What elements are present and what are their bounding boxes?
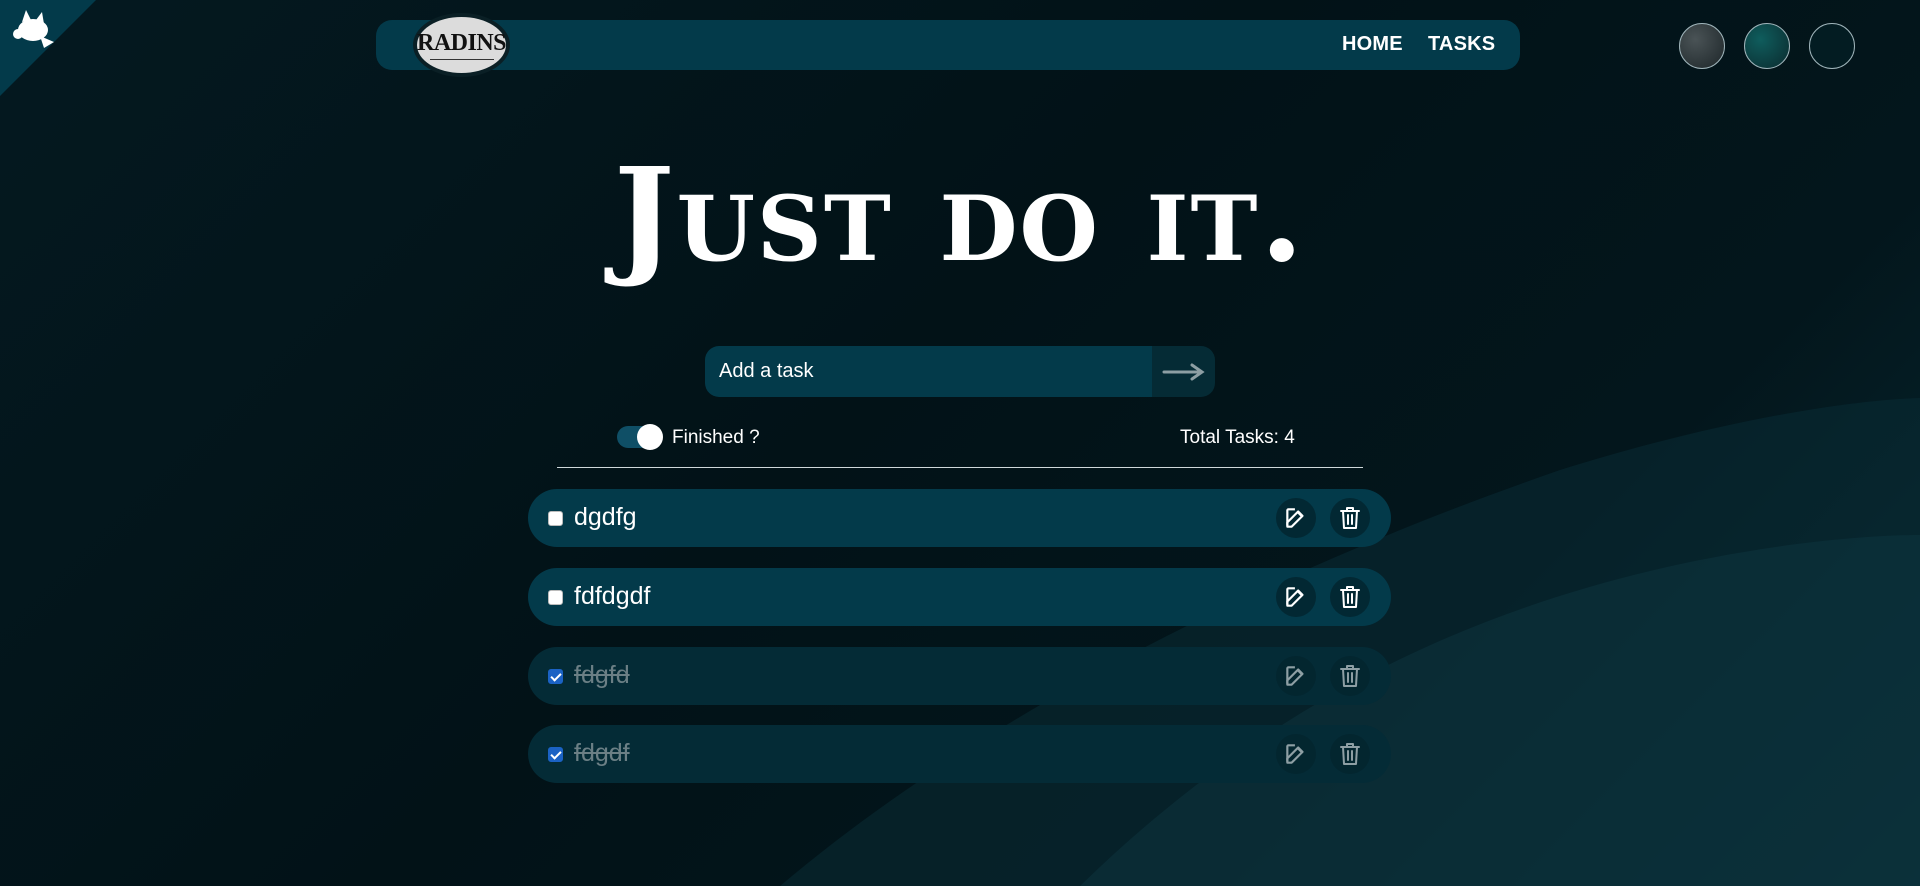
add-task-form [705,346,1215,397]
edit-task-button[interactable] [1276,734,1316,774]
edit-icon [1286,508,1304,528]
task-checkbox[interactable] [548,511,563,526]
trash-icon [1340,743,1360,765]
task-item: dgdfg [528,489,1391,547]
total-tasks-count: Total Tasks: 4 [1180,427,1295,448]
trash-icon [1340,507,1360,529]
add-task-submit-button[interactable] [1152,346,1215,397]
theme-dark-button[interactable] [1809,23,1855,69]
theme-teal-button[interactable] [1744,23,1790,69]
edit-task-button[interactable] [1276,577,1316,617]
hero-title: Just do it. [613,141,1307,291]
task-item-completed: fdgdf [528,725,1391,783]
nav-link-tasks[interactable]: TASKS [1428,33,1495,56]
edit-icon [1286,744,1304,764]
toggle-knob [637,424,663,450]
task-title: fdgfd [574,661,630,689]
task-item: fdfdgdf [528,568,1391,626]
divider [557,467,1363,468]
trash-icon [1340,665,1360,687]
delete-task-button[interactable] [1330,577,1370,617]
edit-icon [1286,587,1304,607]
theme-gray-button[interactable] [1679,23,1725,69]
logo-text: RADINS [417,30,507,56]
task-checkbox-checked[interactable] [548,747,563,762]
arrow-right-icon [1162,363,1205,380]
trash-icon [1340,586,1360,608]
task-checkbox-checked[interactable] [548,669,563,684]
nav-link-home[interactable]: HOME [1342,33,1403,56]
edit-task-button[interactable] [1276,656,1316,696]
task-item-completed: fdgfd [528,647,1391,705]
edit-task-button[interactable] [1276,498,1316,538]
corner-cat-logo-icon[interactable] [0,0,96,96]
delete-task-button[interactable] [1330,656,1370,696]
task-title: fdgdf [574,739,630,767]
task-checkbox[interactable] [548,590,563,605]
finished-toggle[interactable] [617,424,663,450]
task-title: dgdfg [574,503,637,531]
task-title: fdfdgdf [574,582,651,610]
radins-logo[interactable]: RADINS [413,13,510,77]
finished-toggle-label: Finished ? [672,427,760,448]
delete-task-button[interactable] [1330,734,1370,774]
delete-task-button[interactable] [1330,498,1370,538]
edit-icon [1286,666,1304,686]
add-task-input[interactable] [705,346,1152,397]
logo-underline [429,59,494,60]
